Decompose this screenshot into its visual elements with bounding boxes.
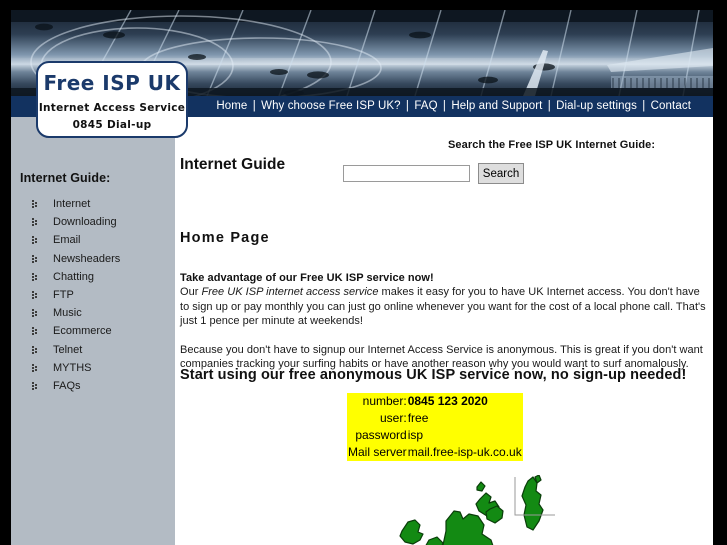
- detail-key-user: user:: [347, 410, 407, 427]
- logo-subtitle-number: 0845 Dial-up: [72, 119, 152, 131]
- table-row: user: free: [347, 410, 523, 427]
- bullet-arrow-icon: [32, 218, 39, 227]
- dialup-details-table: number: 0845 123 2020 user: free passwor…: [347, 393, 523, 461]
- search-input[interactable]: [343, 165, 470, 182]
- frame-right: [713, 0, 727, 545]
- nav-item-dial-up-settings[interactable]: Dial-up settings: [556, 100, 637, 112]
- nav-links[interactable]: Home | Why choose Free ISP UK? | FAQ | H…: [216, 96, 691, 117]
- sidebar-item-chatting[interactable]: Chatting: [11, 268, 175, 286]
- bullet-arrow-icon: [32, 236, 39, 245]
- nav-item-contact[interactable]: Contact: [651, 100, 691, 112]
- sidebar-item-downloading[interactable]: Downloading: [11, 213, 175, 231]
- sidebar-item-label: Ecommerce: [53, 325, 112, 338]
- sidebar-item-label: Internet: [53, 198, 91, 210]
- sidebar-item-email[interactable]: Email: [11, 231, 175, 249]
- bullet-arrow-icon: [32, 363, 39, 373]
- paragraph-one-emphasis: Free UK ISP internet access service: [201, 286, 379, 298]
- search-label: Search the Free ISP UK Internet Guide:: [448, 139, 656, 151]
- page-title: Internet Guide: [180, 156, 286, 173]
- sidebar-item-label: Chatting: [53, 270, 94, 283]
- main-content: Search the Free ISP UK Internet Guide: S…: [175, 117, 713, 545]
- detail-value-number: 0845 123 2020: [406, 393, 523, 410]
- sidebar-title: Internet Guide:: [20, 171, 111, 185]
- detail-value-mail-server: mail.free-isp-uk.co.uk: [406, 444, 523, 461]
- sidebar-item-label: FTP: [53, 288, 74, 301]
- logo-subtitle-service: Internet Access Service: [38, 102, 186, 114]
- sidebar-item-internet[interactable]: Internet: [11, 195, 175, 213]
- detail-key-password: password: [347, 427, 407, 444]
- bullet-arrow-icon: [32, 381, 39, 391]
- sidebar-item-label: Newsheaders: [53, 252, 121, 265]
- table-row: Mail server mail.free-isp-uk.co.uk: [347, 444, 523, 461]
- page-root: Home | Why choose Free ISP UK? | FAQ | H…: [0, 0, 727, 545]
- bullet-arrow-icon: [32, 290, 39, 300]
- bullet-arrow-icon: [32, 327, 39, 336]
- table-row: password isp: [347, 427, 523, 444]
- bullet-arrow-icon: [32, 272, 39, 282]
- sidebar-item-myths[interactable]: MYTHS: [11, 359, 175, 377]
- paragraph-one-pre: Our: [180, 286, 202, 298]
- search-button[interactable]: Search: [478, 163, 524, 184]
- bullet-arrow-icon: [32, 345, 39, 355]
- nav-item-faq[interactable]: FAQ: [414, 100, 437, 112]
- detail-value-user: free: [406, 410, 523, 427]
- table-row: number: 0845 123 2020: [347, 393, 523, 410]
- cta-heading: Start using our free anonymous UK ISP se…: [180, 367, 687, 383]
- nav-separator: |: [252, 100, 256, 112]
- sidebar-item-music[interactable]: Music: [11, 304, 175, 322]
- sidebar-item-label: MYTHS: [53, 361, 92, 374]
- lead-line: Take advantage of our Free UK ISP servic…: [180, 272, 434, 284]
- sidebar-item-label: Email: [53, 234, 81, 247]
- bullet-arrow-icon: [32, 309, 39, 318]
- detail-key-number: number:: [347, 393, 407, 410]
- sidebar-item-faqs[interactable]: FAQs: [11, 377, 175, 395]
- nav-separator: |: [442, 100, 447, 112]
- detail-value-password: isp: [406, 427, 523, 444]
- sidebar-menu: Internet Downloading Email Newsheaders C…: [11, 195, 175, 395]
- nav-separator: |: [405, 100, 410, 112]
- section-heading: Home Page: [180, 230, 270, 246]
- uk-map-graphic: [380, 474, 580, 545]
- sidebar-item-label: Downloading: [53, 216, 117, 229]
- sidebar-item-newsheaders[interactable]: Newsheaders: [11, 250, 175, 268]
- nav-item-why-choose[interactable]: Why choose Free ISP UK?: [261, 100, 401, 112]
- nav-separator: |: [547, 100, 551, 112]
- sidebar-item-ecommerce[interactable]: Ecommerce: [11, 322, 175, 340]
- detail-key-mail-server: Mail server: [347, 444, 407, 461]
- nav-item-help-and-support[interactable]: Help and Support: [451, 100, 542, 112]
- paragraph-one: Our Free UK ISP internet access service …: [180, 285, 708, 329]
- sidebar-item-label: Telnet: [53, 343, 83, 356]
- logo-title: Free ISP UK: [43, 71, 181, 95]
- sidebar-item-ftp[interactable]: FTP: [11, 286, 175, 304]
- sidebar: Internet Guide: Internet Downloading Ema…: [11, 117, 175, 545]
- bullet-arrow-icon: [32, 200, 39, 209]
- intro-text-block: Take advantage of our Free UK ISP servic…: [180, 272, 708, 372]
- sidebar-item-label: Music: [53, 307, 82, 320]
- bullet-arrow-icon: [32, 254, 39, 264]
- frame-top: [0, 0, 727, 10]
- nav-item-home[interactable]: Home: [216, 100, 247, 112]
- sidebar-item-label: FAQs: [53, 379, 81, 392]
- nav-separator: |: [642, 100, 646, 112]
- frame-left: [0, 0, 11, 545]
- sidebar-item-telnet[interactable]: Telnet: [11, 341, 175, 359]
- site-logo[interactable]: Free ISP UK Internet Access Service 0845…: [36, 61, 188, 138]
